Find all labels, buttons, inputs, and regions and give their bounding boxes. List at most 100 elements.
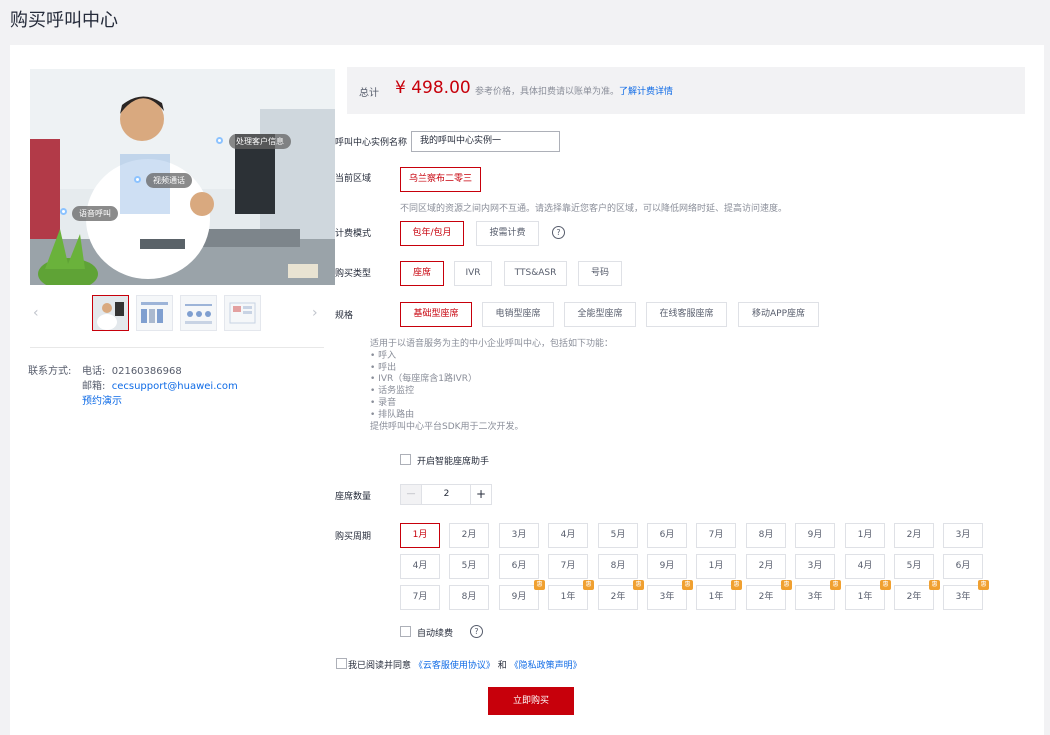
next-arrow-icon[interactable]: › (312, 305, 318, 321)
discount-badge-icon: 惠 (830, 580, 841, 590)
period-option[interactable]: 1年 (845, 585, 885, 610)
period-option[interactable]: 8月 (598, 554, 638, 579)
hotspot-dot-icon (134, 176, 141, 183)
period-option[interactable]: 1年 (548, 585, 588, 610)
spec-desc-footer: 提供呼叫中心平台SDK用于二次开发。 (370, 421, 524, 432)
instance-name-label: 呼叫中心实例名称 (335, 138, 408, 148)
purchase-type-seat[interactable]: 座席 (400, 261, 444, 286)
period-option[interactable]: 7月 (696, 523, 736, 548)
spec-basic-seat[interactable]: 基础型座席 (400, 302, 472, 327)
period-option[interactable]: 8月 (746, 523, 786, 548)
period-option[interactable]: 2月 (746, 554, 786, 579)
hotspot-tag[interactable]: 处理客户信息 (229, 134, 291, 149)
hotspot-dot-icon (216, 137, 223, 144)
region-label: 当前区域 (335, 174, 372, 184)
period-option[interactable]: 2月 (449, 523, 489, 548)
instance-name-input[interactable]: 我的呼叫中心实例一 (411, 131, 560, 152)
period-option[interactable]: 8月 (449, 585, 489, 610)
period-option[interactable]: 1月 (845, 523, 885, 548)
period-option[interactable]: 3年 (943, 585, 983, 610)
feature-item: • 录音 (370, 397, 397, 408)
period-option[interactable]: 1月 (696, 554, 736, 579)
spec-mobile-app-seat[interactable]: 移动APP座席 (738, 302, 819, 327)
auto-renew-checkbox[interactable] (400, 626, 411, 637)
email-label: 邮箱: (82, 381, 106, 392)
billing-option-yearly-monthly[interactable]: 包年/包月 (400, 221, 464, 246)
seat-count-value[interactable]: 2 (422, 485, 471, 504)
purchase-type-label: 购买类型 (335, 269, 372, 279)
agreement-checkbox[interactable] (336, 658, 347, 669)
period-option[interactable]: 3月 (499, 523, 539, 548)
period-option[interactable]: 6月 (943, 554, 983, 579)
period-option[interactable]: 9月 (499, 585, 539, 610)
billing-help-icon[interactable]: ? (552, 226, 565, 239)
spec-online-service-seat[interactable]: 在线客服座席 (646, 302, 727, 327)
divider (30, 347, 324, 348)
product-hero-image: 处理客户信息 视频通话 语音呼叫 (30, 69, 335, 285)
feature-item: • 话务监控 (370, 386, 415, 397)
purchase-type-tts-asr[interactable]: TTS&ASR (504, 261, 567, 286)
decrement-button[interactable]: — (401, 485, 422, 504)
total-label: 总计 (359, 88, 379, 99)
total-price-bar: 总计 ¥ 498.00 参考价格，具体扣费请以账单为准。了解计费详情 (347, 67, 1025, 114)
period-option[interactable]: 4月 (548, 523, 588, 548)
email-link[interactable]: cecsupport@huawei.com (112, 381, 238, 392)
period-option[interactable]: 3年 (795, 585, 835, 610)
thumbnail[interactable] (180, 295, 217, 331)
period-option[interactable]: 5月 (894, 554, 934, 579)
purchase-period-label: 购买周期 (335, 532, 372, 542)
agreement-prefix: 我已阅读并同意 (348, 661, 412, 671)
period-option[interactable]: 9月 (647, 554, 687, 579)
seat-count-stepper: — 2 + (400, 484, 492, 505)
period-option[interactable]: 2年 (894, 585, 934, 610)
period-option[interactable]: 2年 (746, 585, 786, 610)
period-option[interactable]: 1月 (400, 523, 440, 548)
discount-badge-icon: 惠 (583, 580, 594, 590)
period-option[interactable]: 3年 (647, 585, 687, 610)
thumbnail[interactable] (136, 295, 173, 331)
period-option[interactable]: 6月 (647, 523, 687, 548)
region-option[interactable]: 乌兰察布二零三 (400, 167, 481, 192)
billing-option-on-demand[interactable]: 按需计费 (476, 221, 539, 246)
period-option[interactable]: 4月 (845, 554, 885, 579)
total-price: ¥ 498.00 (395, 78, 471, 98)
thumbnail[interactable] (224, 295, 261, 331)
buy-now-button[interactable]: 立即购买 (488, 687, 574, 715)
spec-all-round-seat[interactable]: 全能型座席 (564, 302, 636, 327)
purchase-type-ivr[interactable]: IVR (454, 261, 492, 286)
region-note: 不同区域的资源之间内网不互通。请选择靠近您客户的区域，可以降低网络时延、提高访问… (400, 204, 788, 214)
agreement-text: 我已阅读并同意 《云客服使用协议》 和 《隐私政策声明》 (348, 658, 582, 671)
period-option[interactable]: 2月 (894, 523, 934, 548)
billing-mode-label: 计费模式 (335, 229, 372, 239)
thumbnail[interactable] (92, 295, 129, 331)
discount-badge-icon: 惠 (880, 580, 891, 590)
period-option[interactable]: 5月 (449, 554, 489, 579)
period-option[interactable]: 3月 (943, 523, 983, 548)
terms-link[interactable]: 《云客服使用协议》 (414, 661, 495, 671)
feature-item: • 呼入 (370, 350, 397, 361)
period-option[interactable]: 9月 (795, 523, 835, 548)
hotspot-tag[interactable]: 语音呼叫 (72, 206, 118, 221)
period-option[interactable]: 7月 (400, 585, 440, 610)
period-option[interactable]: 1年 (696, 585, 736, 610)
discount-badge-icon: 惠 (978, 580, 989, 590)
increment-button[interactable]: + (470, 485, 491, 504)
smart-assistant-checkbox[interactable] (400, 454, 411, 465)
hotspot-tag[interactable]: 视频通话 (146, 173, 192, 188)
period-option[interactable]: 4月 (400, 554, 440, 579)
phone-number: 02160386968 (111, 366, 182, 377)
period-option[interactable]: 3月 (795, 554, 835, 579)
billing-details-link[interactable]: 了解计费详情 (619, 87, 673, 97)
phone-label: 电话: (82, 366, 106, 377)
auto-renew-help-icon[interactable]: ? (470, 625, 483, 638)
prev-arrow-icon[interactable]: ‹ (33, 305, 39, 321)
book-demo-link[interactable]: 预约演示 (82, 396, 122, 407)
period-option[interactable]: 5月 (598, 523, 638, 548)
period-option[interactable]: 6月 (499, 554, 539, 579)
period-option[interactable]: 7月 (548, 554, 588, 579)
privacy-link[interactable]: 《隐私政策声明》 (510, 661, 582, 671)
purchase-type-number[interactable]: 号码 (578, 261, 622, 286)
period-option[interactable]: 2年 (598, 585, 638, 610)
spec-telesales-seat[interactable]: 电销型座席 (482, 302, 554, 327)
discount-badge-icon: 惠 (781, 580, 792, 590)
